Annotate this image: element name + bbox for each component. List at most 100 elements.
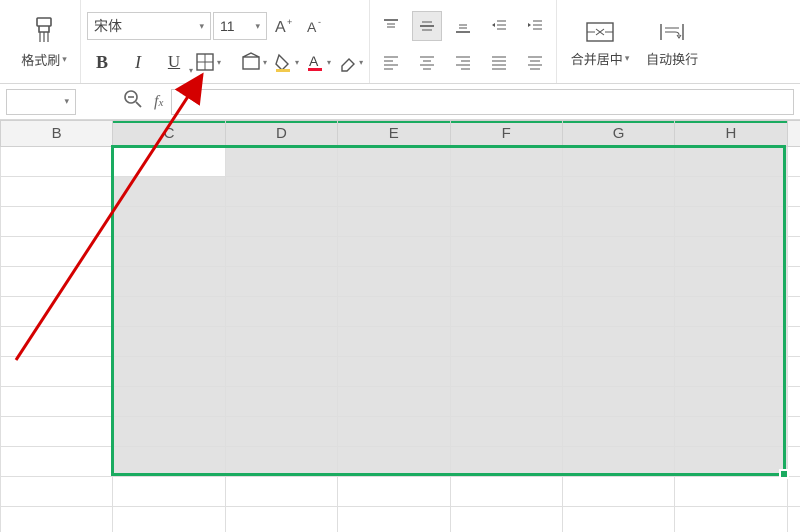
- align-top-button[interactable]: [376, 11, 406, 41]
- cell[interactable]: [338, 507, 450, 532]
- cell[interactable]: [338, 297, 450, 327]
- cell[interactable]: [113, 237, 225, 267]
- spreadsheet-grid[interactable]: BCDEFGHI: [0, 120, 800, 532]
- cell[interactable]: [338, 267, 450, 297]
- cell[interactable]: [787, 357, 800, 387]
- cell[interactable]: [113, 177, 225, 207]
- cell[interactable]: [1, 387, 113, 417]
- italic-button[interactable]: I: [123, 47, 153, 77]
- cell[interactable]: [113, 147, 225, 177]
- cell[interactable]: [675, 477, 787, 507]
- cell[interactable]: [225, 387, 337, 417]
- cell[interactable]: [225, 417, 337, 447]
- cell[interactable]: [787, 327, 800, 357]
- column-header[interactable]: C: [113, 121, 225, 147]
- column-header[interactable]: G: [562, 121, 674, 147]
- cell[interactable]: [450, 387, 562, 417]
- cell[interactable]: [225, 267, 337, 297]
- cell[interactable]: [675, 447, 787, 477]
- fill-color-button[interactable]: ▾: [273, 52, 299, 72]
- cell[interactable]: [113, 327, 225, 357]
- font-size-select[interactable]: 11 ▾: [213, 12, 267, 40]
- cell[interactable]: [338, 147, 450, 177]
- align-middle-button[interactable]: [412, 11, 442, 41]
- cell[interactable]: [225, 297, 337, 327]
- cell[interactable]: [338, 237, 450, 267]
- cell[interactable]: [787, 387, 800, 417]
- cell[interactable]: [675, 147, 787, 177]
- cell[interactable]: [1, 237, 113, 267]
- cell[interactable]: [562, 387, 674, 417]
- cell[interactable]: [1, 147, 113, 177]
- cell[interactable]: [562, 147, 674, 177]
- cell[interactable]: [113, 207, 225, 237]
- cell[interactable]: [562, 357, 674, 387]
- cell[interactable]: [675, 237, 787, 267]
- align-center-button[interactable]: [412, 47, 442, 77]
- cell[interactable]: [562, 507, 674, 532]
- cell[interactable]: [225, 357, 337, 387]
- cell[interactable]: [225, 447, 337, 477]
- cell[interactable]: [562, 207, 674, 237]
- cell[interactable]: [1, 177, 113, 207]
- cell[interactable]: [1, 207, 113, 237]
- column-header[interactable]: B: [1, 121, 113, 147]
- cell[interactable]: [338, 177, 450, 207]
- cell[interactable]: [113, 357, 225, 387]
- cell[interactable]: [787, 447, 800, 477]
- clear-format-button[interactable]: ▾: [337, 52, 363, 72]
- cell[interactable]: [675, 207, 787, 237]
- cell[interactable]: [562, 327, 674, 357]
- cell[interactable]: [225, 177, 337, 207]
- cell[interactable]: [675, 357, 787, 387]
- merge-center-button[interactable]: 合并居中▾: [563, 6, 637, 82]
- cell[interactable]: [225, 327, 337, 357]
- align-distribute-button[interactable]: [520, 47, 550, 77]
- cell[interactable]: [450, 237, 562, 267]
- increase-indent-button[interactable]: [520, 11, 550, 41]
- cell[interactable]: [1, 357, 113, 387]
- align-right-button[interactable]: [448, 47, 478, 77]
- cell[interactable]: [450, 177, 562, 207]
- cell-style-button[interactable]: ▾: [241, 52, 267, 72]
- column-header[interactable]: E: [338, 121, 450, 147]
- cell[interactable]: [113, 387, 225, 417]
- cell[interactable]: [562, 477, 674, 507]
- cell[interactable]: [450, 297, 562, 327]
- cell[interactable]: [225, 207, 337, 237]
- cell[interactable]: [450, 357, 562, 387]
- cell[interactable]: [225, 147, 337, 177]
- cell[interactable]: [787, 267, 800, 297]
- cell[interactable]: [113, 477, 225, 507]
- cell[interactable]: [1, 267, 113, 297]
- cell[interactable]: [450, 447, 562, 477]
- font-name-select[interactable]: 宋体 ▾: [87, 12, 211, 40]
- cell[interactable]: [562, 267, 674, 297]
- cell[interactable]: [113, 417, 225, 447]
- cell[interactable]: [338, 327, 450, 357]
- cell[interactable]: [113, 267, 225, 297]
- format-painter-button[interactable]: 格式刷▾: [14, 4, 74, 80]
- cell[interactable]: [1, 507, 113, 532]
- cell[interactable]: [450, 477, 562, 507]
- cell[interactable]: [450, 417, 562, 447]
- wrap-text-button[interactable]: 自动换行: [637, 6, 707, 82]
- cell[interactable]: [225, 237, 337, 267]
- cell[interactable]: [562, 447, 674, 477]
- cell[interactable]: [1, 297, 113, 327]
- cell[interactable]: [338, 447, 450, 477]
- column-header[interactable]: I: [787, 121, 800, 147]
- cell[interactable]: [787, 207, 800, 237]
- cell[interactable]: [787, 297, 800, 327]
- cell[interactable]: [113, 297, 225, 327]
- cell[interactable]: [113, 507, 225, 532]
- cell[interactable]: [675, 267, 787, 297]
- cell[interactable]: [1, 477, 113, 507]
- decrease-indent-button[interactable]: [484, 11, 514, 41]
- cell[interactable]: [675, 507, 787, 532]
- cell[interactable]: [225, 477, 337, 507]
- cell[interactable]: [450, 507, 562, 532]
- borders-button[interactable]: ▾: [195, 52, 221, 72]
- cell[interactable]: [113, 447, 225, 477]
- name-box[interactable]: ▾: [6, 89, 76, 115]
